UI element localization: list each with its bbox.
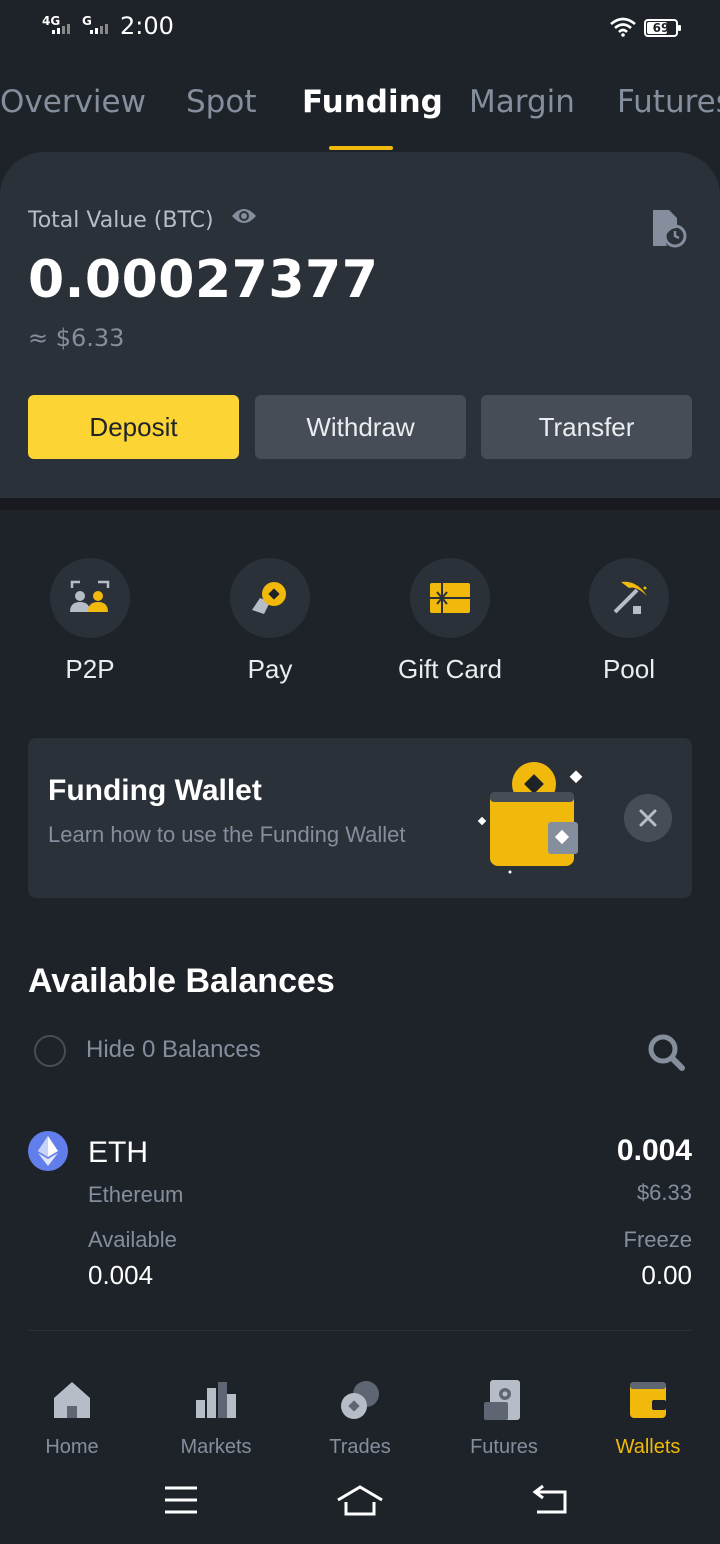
section-divider: [0, 498, 720, 510]
list-divider: [28, 1330, 692, 1331]
nav-label: Wallets: [615, 1436, 681, 1458]
nav-label: Markets: [180, 1436, 252, 1458]
search-icon[interactable]: [646, 1032, 686, 1072]
eth-logo-icon: [28, 1131, 68, 1171]
bottom-nav: Home Markets Trades Futures Wallets: [0, 1360, 720, 1470]
pool-pickaxe-icon: [589, 558, 669, 638]
withdraw-button[interactable]: Withdraw: [255, 395, 466, 459]
asset-row-eth[interactable]: ETH Ethereum 0.004 $6.33 Available 0.004…: [28, 1128, 692, 1328]
p2p-icon: [50, 558, 130, 638]
wallet-tabs: Overview Spot Funding Margin Futures: [0, 70, 720, 150]
gift-card-icon: [410, 558, 490, 638]
transfer-button[interactable]: Transfer: [481, 395, 692, 459]
nav-label: Trades: [329, 1436, 391, 1458]
shortcut-label: Pay: [247, 654, 293, 684]
active-tab-indicator: [329, 146, 393, 150]
wallet-icon: [630, 1382, 666, 1418]
tab-futures[interactable]: Futures: [617, 84, 720, 120]
total-value-label: Total Value (BTC): [28, 208, 214, 233]
system-nav-bar: [0, 1470, 720, 1544]
available-label: Available: [88, 1227, 177, 1252]
tab-margin[interactable]: Margin: [469, 84, 575, 120]
pay-icon: [230, 558, 310, 638]
banner-subtitle: Learn how to use the Funding Wallet: [48, 822, 406, 847]
status-bar: 4G G 2:00 69: [0, 0, 720, 56]
nav-markets[interactable]: Markets: [144, 1360, 288, 1470]
nav-home[interactable]: Home: [0, 1360, 144, 1470]
deposit-button[interactable]: Deposit: [28, 395, 239, 459]
hide-zero-balances-label[interactable]: Hide 0 Balances: [86, 1036, 261, 1064]
freeze-value: 0.00: [641, 1260, 692, 1290]
shortcut-p2p[interactable]: P2P: [10, 558, 170, 698]
asset-usd-value: $6.33: [636, 1180, 692, 1205]
futures-icon: [484, 1380, 520, 1420]
total-value-usd: ≈ $6.33: [28, 324, 125, 352]
shortcut-label: P2P: [65, 654, 115, 684]
home-icon: [54, 1382, 90, 1418]
back-icon[interactable]: [529, 1484, 569, 1516]
nav-label: Home: [45, 1436, 99, 1458]
shortcut-label: Pool: [602, 654, 656, 684]
shortcut-pool[interactable]: Pool: [549, 558, 709, 698]
tab-overview[interactable]: Overview: [0, 84, 146, 120]
banner-title: Funding Wallet: [48, 774, 262, 807]
home-key-icon[interactable]: [336, 1484, 384, 1518]
funding-summary-card: Total Value (BTC) 0.00027377 ≈ $6.33 Dep…: [0, 152, 720, 498]
nav-trades[interactable]: Trades: [288, 1360, 432, 1470]
tab-funding[interactable]: Funding: [302, 84, 443, 120]
nav-futures[interactable]: Futures: [432, 1360, 576, 1470]
battery-level: 69: [652, 21, 670, 35]
wifi-icon: [610, 17, 636, 37]
shortcut-label: Gift Card: [397, 654, 503, 684]
nav-wallets[interactable]: Wallets: [576, 1360, 720, 1470]
total-value-btc: 0.00027377: [28, 250, 379, 310]
wallet-illustration-icon: [477, 762, 583, 874]
close-icon: [639, 809, 657, 827]
eye-icon[interactable]: [230, 206, 258, 226]
shortcut-gift-card[interactable]: Gift Card: [370, 558, 530, 698]
markets-icon: [196, 1382, 236, 1418]
asset-symbol: ETH: [88, 1136, 148, 1169]
available-balances-title: Available Balances: [28, 962, 335, 1000]
trades-icon: [341, 1381, 379, 1419]
available-value: 0.004: [88, 1260, 154, 1290]
freeze-label: Freeze: [623, 1227, 692, 1252]
asset-name: Ethereum: [88, 1182, 184, 1207]
asset-amount: 0.004: [616, 1134, 692, 1167]
funding-wallet-banner[interactable]: Funding Wallet Learn how to use the Fund…: [28, 738, 692, 898]
hide-zero-balances-checkbox[interactable]: [34, 1035, 66, 1067]
shortcut-pay[interactable]: Pay: [190, 558, 350, 698]
battery-icon: 69: [644, 19, 681, 37]
signal-icon-2: [90, 24, 108, 34]
banner-close-button[interactable]: [624, 794, 672, 842]
menu-icon[interactable]: [163, 1484, 199, 1516]
nav-label: Futures: [470, 1436, 538, 1458]
signal-icon-1: [52, 24, 70, 34]
clock: 2:00: [120, 12, 174, 40]
history-icon[interactable]: [651, 208, 687, 248]
tab-spot[interactable]: Spot: [186, 84, 256, 120]
